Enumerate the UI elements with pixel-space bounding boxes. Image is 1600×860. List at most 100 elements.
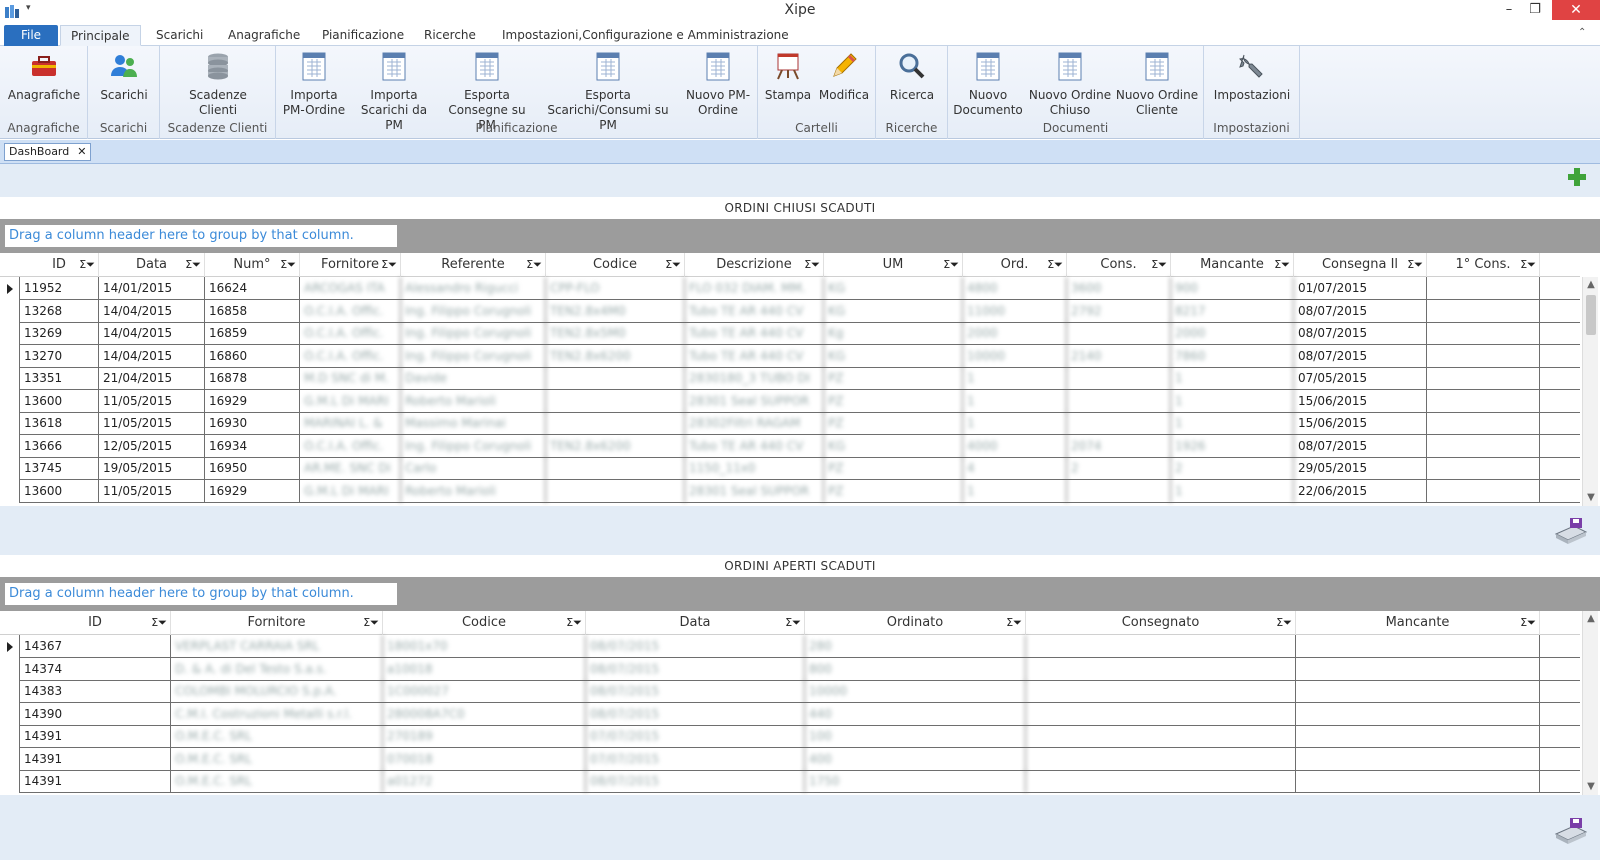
column-header[interactable]: Mancante Σ⏷ (1296, 611, 1540, 635)
column-header[interactable]: Consegnato Σ⏷ (1026, 611, 1296, 635)
ribbon-collapse-icon[interactable]: ⌃ (1578, 27, 1586, 38)
sum-filter-icon[interactable]: Σ⏷ (1274, 253, 1290, 277)
nuovo-ordine-chiuso-button[interactable]: Nuovo Ordine Chiuso (1028, 50, 1112, 118)
minimize-button[interactable]: – (1496, 0, 1522, 20)
row-selector[interactable] (0, 680, 20, 703)
column-header[interactable]: ID Σ⏷ (20, 611, 171, 635)
sum-filter-icon[interactable]: Σ⏷ (1047, 253, 1063, 277)
grid1-group-hint[interactable]: Drag a column header here to group by th… (5, 225, 397, 247)
scroll-thumb[interactable] (1586, 295, 1596, 335)
column-header[interactable]: Descrizione Σ⏷ (685, 253, 824, 277)
sum-filter-icon[interactable]: Σ⏷ (1006, 611, 1022, 635)
table-row[interactable]: 14391 O.M.E.C. SRL a01272 08/07/2015 1750 (0, 770, 1580, 793)
tab-ricerche[interactable]: Ricerche (414, 25, 486, 46)
grid2-scrollbar[interactable]: ▲ ▼ (1582, 611, 1598, 795)
column-header[interactable]: Fornitore Σ⏷ (300, 253, 401, 277)
close-button[interactable]: ✕ (1552, 0, 1600, 20)
table-row[interactable]: 14367 VERPLAST CARRAIA SRL 18001x70 08/07/2… (0, 635, 1580, 658)
column-header[interactable]: Referente Σ⏷ (401, 253, 546, 277)
tab-file[interactable]: File (4, 25, 58, 46)
sum-filter-icon[interactable]: Σ⏷ (526, 253, 542, 277)
sum-filter-icon[interactable]: Σ⏷ (804, 253, 820, 277)
table-row[interactable]: 13269 14/04/2015 16859 O.C.I.A. Offic. Ing. … (0, 322, 1580, 345)
sum-filter-icon[interactable]: Σ⏷ (280, 253, 296, 277)
row-selector[interactable] (0, 277, 20, 300)
scroll-up-icon[interactable]: ▲ (1583, 611, 1599, 627)
table-row[interactable]: 13745 19/05/2015 16950 AR.ME. SNC Di Carlo 11… (0, 457, 1580, 480)
row-selector[interactable] (0, 322, 20, 345)
table-row[interactable]: 13600 11/05/2015 16929 G.M.L Di MARI Roberto… (0, 389, 1580, 413)
nuovo-documento-button[interactable]: Nuovo Documento (950, 50, 1026, 118)
row-selector[interactable] (0, 657, 20, 681)
nuovo-pm-ordine-button[interactable]: Nuovo PM- Ordine (682, 50, 754, 118)
row-selector[interactable] (0, 389, 20, 413)
row-selector[interactable] (0, 702, 20, 726)
sum-filter-icon[interactable]: Σ⏷ (785, 611, 801, 635)
column-header[interactable]: Codice Σ⏷ (383, 611, 586, 635)
table-row[interactable]: 14391 O.M.E.C. SRL 270189 07/07/2015 100 (0, 725, 1580, 748)
tab-pianificazione[interactable]: Pianificazione (312, 25, 414, 46)
row-selector[interactable] (0, 344, 20, 368)
grid1-scrollbar[interactable]: ▲ ▼ (1582, 277, 1598, 506)
scarichi-button[interactable]: Scarichi (92, 50, 156, 103)
sum-filter-icon[interactable]: Σ⏷ (566, 611, 582, 635)
sum-filter-icon[interactable]: Σ⏷ (1407, 253, 1423, 277)
stampa-button[interactable]: Stampa (760, 50, 816, 103)
column-header[interactable]: ID Σ⏷ (20, 253, 99, 277)
column-header[interactable]: Mancante Σ⏷ (1171, 253, 1294, 277)
row-selector[interactable] (0, 725, 20, 748)
table-row[interactable]: 14374 D. & A. di Del Testo S.a.s. a10018 08… (0, 657, 1580, 681)
grid2-group-hint[interactable]: Drag a column header here to group by th… (5, 583, 397, 605)
tab-anagrafiche[interactable]: Anagrafiche (218, 25, 310, 46)
sum-filter-icon[interactable]: Σ⏷ (943, 253, 959, 277)
sum-filter-icon[interactable]: Σ⏷ (1520, 253, 1536, 277)
sum-filter-icon[interactable]: Σ⏷ (1151, 253, 1167, 277)
column-header[interactable]: Codice Σ⏷ (546, 253, 685, 277)
column-header[interactable]: Ordinato Σ⏷ (805, 611, 1026, 635)
sum-filter-icon[interactable]: Σ⏷ (1276, 611, 1292, 635)
column-header[interactable]: Num° Σ⏷ (205, 253, 300, 277)
sum-filter-icon[interactable]: Σ⏷ (665, 253, 681, 277)
table-row[interactable]: 13268 14/04/2015 16858 O.C.I.A. Offic. Ing. … (0, 299, 1580, 323)
row-selector[interactable] (0, 412, 20, 435)
row-selector[interactable] (0, 457, 20, 480)
sum-filter-icon[interactable]: Σ⏷ (363, 611, 379, 635)
tab-principale[interactable]: Principale (60, 25, 141, 46)
export-icon[interactable] (1552, 514, 1590, 546)
row-selector[interactable] (0, 299, 20, 323)
table-row[interactable]: 13600 11/05/2015 16929 G.M.L Di MARI Roberto… (0, 479, 1580, 503)
column-header[interactable]: UM Σ⏷ (824, 253, 963, 277)
close-tab-icon[interactable]: ✕ (77, 145, 86, 158)
column-header[interactable]: Consegna Il Σ⏷ (1294, 253, 1427, 277)
table-row[interactable]: 13666 12/05/2015 16934 O.C.I.A. Offic. Ing. … (0, 434, 1580, 458)
nuovo-ordine-cliente-button[interactable]: Nuovo Ordine Cliente (1114, 50, 1200, 118)
column-header[interactable]: 1° Cons. Σ⏷ (1427, 253, 1540, 277)
column-header[interactable]: Data Σ⏷ (99, 253, 205, 277)
table-row[interactable]: 13351 21/04/2015 16878 M.D SNC di M. Davide 2… (0, 367, 1580, 390)
sum-filter-icon[interactable]: Σ⏷ (185, 253, 201, 277)
table-row[interactable]: 14390 C.M.I. Costruzioni Metalli s.r.l. 28… (0, 702, 1580, 726)
tab-impostazioni[interactable]: Impostazioni,Configurazione e Amministra… (492, 25, 799, 46)
row-selector[interactable] (0, 434, 20, 458)
table-row[interactable]: 11952 14/01/2015 16624 ARCOGAS ITA Alessandr… (0, 277, 1580, 300)
maximize-button[interactable]: ❐ (1522, 0, 1548, 20)
scroll-up-icon[interactable]: ▲ (1583, 277, 1599, 293)
add-icon[interactable] (1566, 166, 1588, 188)
sum-filter-icon[interactable]: Σ⏷ (381, 253, 397, 277)
row-selector[interactable] (0, 770, 20, 793)
row-selector[interactable] (0, 367, 20, 390)
sum-filter-icon[interactable]: Σ⏷ (151, 611, 167, 635)
impostazioni-button[interactable]: Impostazioni (1208, 50, 1296, 103)
importa-pm-ordine-button[interactable]: Importa PM-Ordine (278, 50, 350, 118)
table-row[interactable]: 13618 11/05/2015 16930 MARINAI L. & Massimo … (0, 412, 1580, 435)
column-header[interactable]: Data Σ⏷ (586, 611, 805, 635)
column-header[interactable]: Cons. Σ⏷ (1067, 253, 1171, 277)
row-selector[interactable] (0, 747, 20, 771)
row-selector[interactable] (0, 635, 20, 658)
tab-scarichi[interactable]: Scarichi (146, 25, 213, 46)
scadenze-clienti-button[interactable]: Scadenze Clienti (166, 50, 270, 118)
table-row[interactable]: 14383 COLOMBI MOLURCIO S.p.A. 1C000027 08/0… (0, 680, 1580, 703)
sum-filter-icon[interactable]: Σ⏷ (1520, 611, 1536, 635)
row-selector[interactable] (0, 479, 20, 503)
ricerca-button[interactable]: Ricerca (880, 50, 944, 103)
